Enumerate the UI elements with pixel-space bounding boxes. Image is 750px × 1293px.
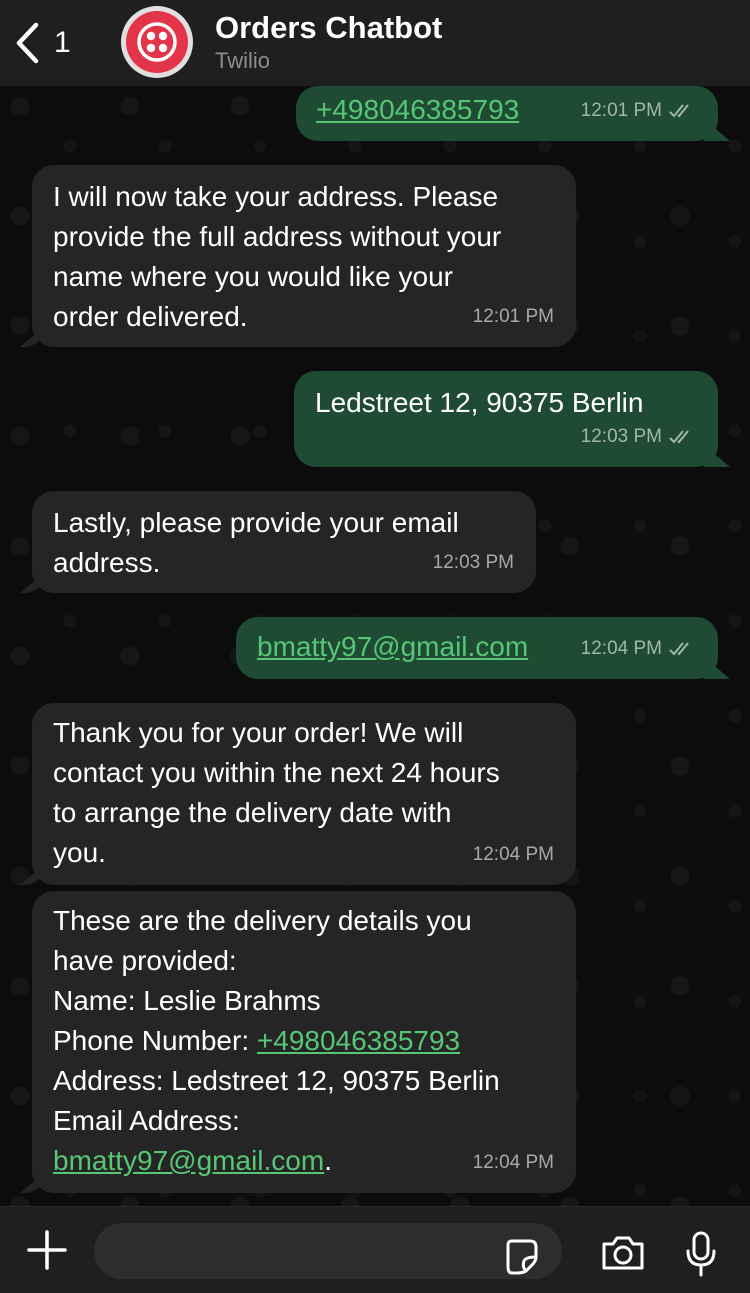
message-outgoing[interactable]: bmatty97@gmail.com 12:04 PM [236,617,718,679]
message-time: 12:04 PM [472,1152,554,1173]
chat-area[interactable]: +498046385793 12:01 PM I will now take y… [0,86,750,1206]
message-text-segment: Lastly, please provide your email addres… [53,507,459,578]
message-meta: 12:04 PM [473,1143,554,1183]
chat-header: 1 Orders Chatbot Twilio [0,0,750,87]
message-text-segment: Ledstreet 12, 90375 Berlin [315,387,644,418]
message-text-segment: Thank you for your order! We will contac… [53,717,500,868]
plus-icon[interactable] [26,1229,68,1276]
message-text-segment: Address: Ledstreet 12, 90375 Berlin Emai… [53,1065,500,1136]
message-meta: 12:01 PM [581,91,696,131]
message-incoming[interactable]: These are the delivery details you have … [32,891,576,1193]
message-time: 12:03 PM [580,426,662,447]
message-meta: 12:04 PM [581,629,696,669]
message-text-segment: . [324,1145,332,1176]
camera-icon[interactable] [600,1235,646,1276]
message-incoming[interactable]: I will now take your address. Please pro… [32,165,576,347]
message-meta: 12:04 PM [473,835,554,875]
message-time: 12:04 PM [472,844,554,865]
message-incoming[interactable]: Thank you for your order! We will contac… [32,703,576,885]
message-meta: 12:01 PM [473,297,554,337]
sticker-icon[interactable] [502,1237,540,1280]
message-link[interactable]: bmatty97@gmail.com [257,631,528,662]
message-time: 12:01 PM [472,306,554,327]
message-text: These are the delivery details you have … [53,901,556,1181]
chat-title[interactable]: Orders Chatbot [215,10,442,46]
chat-subtitle: Twilio [215,48,271,73]
message-meta: 12:03 PM [581,417,696,457]
microphone-icon[interactable] [684,1231,718,1282]
back-button[interactable]: 1 [14,20,71,66]
message-meta: 12:03 PM [433,543,514,583]
message-time: 12:03 PM [432,552,514,573]
read-ticks-icon [668,429,696,445]
read-ticks-icon [668,103,696,119]
message-link[interactable]: +498046385793 [257,1025,460,1056]
avatar[interactable] [121,6,193,78]
message-link[interactable]: bmatty97@gmail.com [53,1145,324,1176]
message-incoming[interactable]: Lastly, please provide your email addres… [32,491,536,593]
message-input[interactable] [94,1223,562,1279]
read-ticks-icon [668,641,696,657]
chevron-left-icon [14,22,40,64]
message-outgoing[interactable]: +498046385793 12:01 PM [296,86,718,141]
twilio-logo-icon [126,11,188,73]
message-time: 12:04 PM [580,638,662,659]
message-outgoing[interactable]: Ledstreet 12, 90375 Berlin 12:03 PM [294,371,718,467]
unread-count: 1 [54,26,71,59]
message-time: 12:01 PM [580,100,662,121]
composer-bar [0,1206,750,1293]
message-link[interactable]: +498046385793 [316,94,519,125]
message-text-segment: I will now take your address. Please pro… [53,181,502,332]
